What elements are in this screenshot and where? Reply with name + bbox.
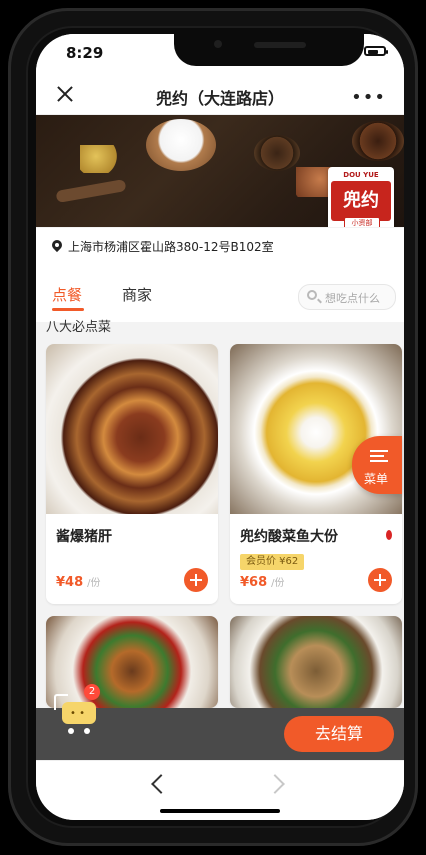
tabs: 点餐 商家 想吃点什么 xyxy=(36,270,404,322)
more-button[interactable]: ••• xyxy=(351,87,386,108)
spoon-image xyxy=(55,179,127,203)
dish-price: ¥68/份 xyxy=(240,574,285,590)
chili-icon xyxy=(386,530,392,540)
back-arrow-icon[interactable] xyxy=(151,774,171,794)
logo-sub-text: 小资部 xyxy=(344,217,380,227)
tab-order[interactable]: 点餐 xyxy=(52,284,82,305)
address-row[interactable]: 上海市杨浦区霍山路380-12号B102室 xyxy=(36,228,404,270)
browser-bar xyxy=(36,760,404,820)
cart-count-badge: 2 xyxy=(84,684,100,700)
search-placeholder: 想吃点什么 xyxy=(325,292,380,305)
store-banner: DOU YUE 兜约 小资部 xyxy=(36,115,404,227)
logo-main-text: 兜约 xyxy=(331,181,391,221)
cart-icon[interactable]: • • xyxy=(54,692,104,742)
cart-wheel xyxy=(84,728,90,734)
forward-arrow-icon[interactable] xyxy=(265,774,285,794)
dish-card[interactable] xyxy=(230,616,402,708)
add-to-cart-button[interactable] xyxy=(184,568,208,592)
dish-image[interactable] xyxy=(46,344,218,514)
cart-face-icon: • • xyxy=(70,708,85,719)
cart-wheel xyxy=(68,728,74,734)
store-logo: DOU YUE 兜约 小资部 xyxy=(328,167,394,227)
dish-price: ¥48/份 xyxy=(56,574,101,590)
location-pin-icon xyxy=(52,240,62,252)
dish-name: 酱爆猪肝 xyxy=(56,529,112,545)
section-title: 八大必点菜 xyxy=(46,320,112,335)
camera xyxy=(214,40,222,48)
flour-bowl-image xyxy=(146,119,216,171)
close-icon[interactable] xyxy=(54,83,76,105)
menu-button-label: 菜单 xyxy=(364,472,389,486)
price-unit: /份 xyxy=(271,578,285,589)
address-text: 上海市杨浦区霍山路380-12号B102室 xyxy=(68,240,274,254)
search-box[interactable]: 想吃点什么 xyxy=(298,284,396,310)
member-price-badge: 会员价 ¥62 xyxy=(240,554,305,570)
dish-image[interactable] xyxy=(230,616,402,708)
price-value: ¥68 xyxy=(240,575,268,590)
notch xyxy=(174,34,364,66)
speaker xyxy=(254,42,306,48)
dish-name: 兜约酸菜鱼大份 xyxy=(240,529,338,545)
logo-top-text: DOU YUE xyxy=(343,171,379,179)
tab-active-indicator xyxy=(52,308,84,311)
menu-icon xyxy=(370,450,388,462)
home-indicator[interactable] xyxy=(160,809,280,813)
search-icon xyxy=(307,290,317,300)
tab-merchant[interactable]: 商家 xyxy=(122,284,152,305)
add-to-cart-button[interactable] xyxy=(368,568,392,592)
sauce-bowl-image xyxy=(352,121,404,161)
price-value: ¥48 xyxy=(56,575,84,590)
price-unit: /份 xyxy=(87,578,101,589)
spice-bowl-image xyxy=(254,135,300,171)
spice-image xyxy=(80,145,120,173)
page-title: 兜约（大连路店） xyxy=(155,89,284,108)
status-time: 8:29 xyxy=(66,44,104,62)
battery-icon xyxy=(364,46,388,56)
dish-card[interactable]: 酱爆猪肝 ¥48/份 xyxy=(46,344,218,604)
menu-button[interactable]: 菜单 xyxy=(352,436,402,494)
top-nav: 兜约（大连路店） ••• xyxy=(36,76,404,115)
checkout-button[interactable]: 去结算 xyxy=(284,716,394,752)
screen: 8:29 兜约（大连路店） ••• DOU YUE 兜约 小资部 上海市杨浦区霍… xyxy=(36,34,404,820)
